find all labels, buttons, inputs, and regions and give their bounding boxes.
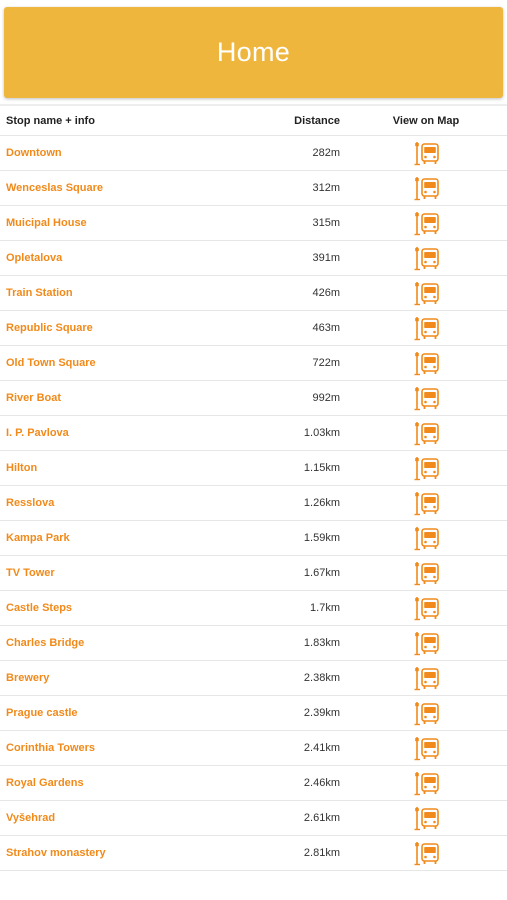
- bus-stop-icon[interactable]: [414, 525, 439, 551]
- table-row: Kampa Park 1.59km: [0, 521, 507, 556]
- table-row: Castle Steps 1.7km: [0, 591, 507, 626]
- table-row: Royal Gardens 2.46km: [0, 766, 507, 801]
- stop-distance: 2.38km: [303, 672, 340, 684]
- stop-name-link[interactable]: Vyšehrad: [6, 812, 55, 824]
- table-header-row: Stop name + info Distance View on Map: [0, 107, 507, 136]
- stop-distance: 1.83km: [303, 637, 340, 649]
- stop-distance: 2.46km: [303, 777, 340, 789]
- stop-name-link[interactable]: Hilton: [6, 462, 37, 474]
- stop-distance: 1.59km: [303, 532, 340, 544]
- stop-distance: 1.7km: [310, 602, 340, 614]
- stop-distance: 2.41km: [303, 742, 340, 754]
- bus-stop-icon[interactable]: [414, 630, 439, 656]
- table-row: Charles Bridge 1.83km: [0, 626, 507, 661]
- page-title: Home: [216, 37, 291, 67]
- table-row: Hilton 1.15km: [0, 451, 507, 486]
- stop-distance: 2.61km: [303, 812, 340, 824]
- bus-stop-icon[interactable]: [414, 770, 439, 796]
- stop-distance: 2.81km: [303, 847, 340, 859]
- table-row: Old Town Square 722m: [0, 346, 507, 381]
- stop-distance: 426m: [312, 287, 340, 299]
- stop-name-link[interactable]: Muicipal House: [6, 217, 87, 229]
- stop-name-link[interactable]: Prague castle: [6, 707, 78, 719]
- stop-name-link[interactable]: I. P. Pavlova: [6, 427, 69, 439]
- stop-name-link[interactable]: Wenceslas Square: [6, 182, 103, 194]
- stop-distance: 1.67km: [303, 567, 340, 579]
- stop-name-link[interactable]: TV Tower: [6, 567, 55, 579]
- stop-name-link[interactable]: Opletalova: [6, 252, 62, 264]
- bus-stop-icon[interactable]: [414, 280, 439, 306]
- bus-stop-icon[interactable]: [414, 735, 439, 761]
- stop-distance: 722m: [312, 357, 340, 369]
- stop-distance: 1.26km: [303, 497, 340, 509]
- table-row: Vyšehrad 2.61km: [0, 801, 507, 836]
- table-row: Train Station 426m: [0, 276, 507, 311]
- stop-name-link[interactable]: Royal Gardens: [6, 777, 84, 789]
- stop-distance: 315m: [312, 217, 340, 229]
- stop-distance: 282m: [312, 147, 340, 159]
- column-header-distance: Distance: [294, 115, 340, 127]
- column-header-name: Stop name + info: [6, 115, 95, 127]
- bus-stop-icon[interactable]: [414, 245, 439, 271]
- column-header-map: View on Map: [392, 115, 460, 127]
- table-row: Prague castle 2.39km: [0, 696, 507, 731]
- table-row: Strahov monastery 2.81km: [0, 836, 507, 871]
- table-row: I. P. Pavlova 1.03km: [0, 416, 507, 451]
- table-row: Corinthia Towers 2.41km: [0, 731, 507, 766]
- bus-stop-icon[interactable]: [414, 455, 439, 481]
- stop-name-link[interactable]: Train Station: [6, 287, 73, 299]
- stop-distance: 391m: [312, 252, 340, 264]
- table-row: Resslova 1.26km: [0, 486, 507, 521]
- stop-distance: 1.15km: [303, 462, 340, 474]
- bus-stop-icon[interactable]: [414, 805, 439, 831]
- stop-distance: 1.03km: [303, 427, 340, 439]
- stops-table: Stop name + info Distance View on Map Do…: [0, 107, 507, 871]
- bus-stop-icon[interactable]: [414, 315, 439, 341]
- table-row: Wenceslas Square 312m: [0, 171, 507, 206]
- table-row: Brewery 2.38km: [0, 661, 507, 696]
- table-row: River Boat 992m: [0, 381, 507, 416]
- table-row: TV Tower 1.67km: [0, 556, 507, 591]
- stop-distance: 463m: [312, 322, 340, 334]
- bus-stop-icon[interactable]: [414, 840, 439, 866]
- table-body: Downtown 282m Wenceslas Square 312m Muic…: [0, 136, 507, 871]
- bus-stop-icon[interactable]: [414, 420, 439, 446]
- bus-stop-icon[interactable]: [414, 595, 439, 621]
- bus-stop-icon[interactable]: [414, 665, 439, 691]
- bus-stop-icon[interactable]: [414, 700, 439, 726]
- table-row: Muicipal House 315m: [0, 206, 507, 241]
- stop-name-link[interactable]: Downtown: [6, 147, 62, 159]
- stop-name-link[interactable]: Resslova: [6, 497, 54, 509]
- bus-stop-icon[interactable]: [414, 175, 439, 201]
- stop-name-link[interactable]: Kampa Park: [6, 532, 70, 544]
- stop-distance: 2.39km: [303, 707, 340, 719]
- stop-name-link[interactable]: Republic Square: [6, 322, 93, 334]
- stop-name-link[interactable]: Brewery: [6, 672, 49, 684]
- bus-stop-icon[interactable]: [414, 560, 439, 586]
- stop-name-link[interactable]: Old Town Square: [6, 357, 96, 369]
- bus-stop-icon[interactable]: [414, 210, 439, 236]
- header-divider: [0, 104, 507, 106]
- table-row: Republic Square 463m: [0, 311, 507, 346]
- stop-distance: 992m: [312, 392, 340, 404]
- stop-name-link[interactable]: Strahov monastery: [6, 847, 106, 859]
- table-row: Downtown 282m: [0, 136, 507, 171]
- stop-name-link[interactable]: Charles Bridge: [6, 637, 84, 649]
- stop-name-link[interactable]: River Boat: [6, 392, 61, 404]
- bus-stop-icon[interactable]: [414, 490, 439, 516]
- bus-stop-icon[interactable]: [414, 350, 439, 376]
- bus-stop-icon[interactable]: [414, 140, 439, 166]
- table-row: Opletalova 391m: [0, 241, 507, 276]
- bus-stop-icon[interactable]: [414, 385, 439, 411]
- app-header: Home: [4, 7, 503, 98]
- stop-name-link[interactable]: Castle Steps: [6, 602, 72, 614]
- stop-distance: 312m: [312, 182, 340, 194]
- stop-name-link[interactable]: Corinthia Towers: [6, 742, 95, 754]
